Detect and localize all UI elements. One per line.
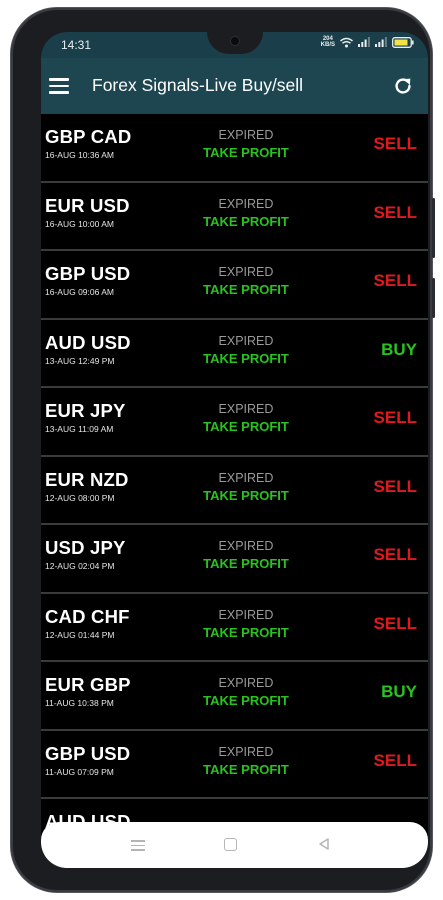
recents-icon[interactable] <box>131 840 145 854</box>
screen: 14:31 204 KB/S Forex Signals-Live Buy/se… <box>41 32 428 868</box>
signal-result: TAKE PROFIT <box>203 419 289 434</box>
signal-result: TAKE PROFIT <box>203 624 289 640</box>
app-bar: Forex Signals-Live Buy/sell <box>41 58 428 114</box>
currency-pair: EUR GBP <box>45 674 131 695</box>
signal-date: 11-AUG 07:09 PM <box>45 766 114 777</box>
signal-action: SELL <box>373 202 417 222</box>
currency-pair: GBP CAD <box>45 126 132 147</box>
signal-date: 16-AUG 09:06 AM <box>45 287 114 297</box>
signal-action: BUY <box>381 682 417 701</box>
back-icon[interactable] <box>318 837 330 851</box>
signal-icon <box>358 37 370 47</box>
currency-pair: GBP USD <box>45 742 131 764</box>
signal-row[interactable]: GBP USD 11-AUG 07:09 PM EXPIRED TAKE PROFIT… <box>41 730 428 799</box>
signal-row[interactable]: EUR USD 16-AUG 10:00 AM EXPIRED TAKE PROFIT… <box>41 182 428 251</box>
signal-action: SELL <box>373 750 417 770</box>
signal-date: 16-AUG 10:00 AM <box>45 218 114 229</box>
currency-pair: GBP USD <box>45 263 131 284</box>
refresh-icon[interactable] <box>392 75 414 97</box>
signal-status: EXPIRED <box>218 265 274 279</box>
signal-list[interactable]: GBP CAD 16-AUG 10:36 AM EXPIRED TAKE PROFIT… <box>41 114 428 868</box>
signal-action: BUY <box>381 339 417 359</box>
signal-date: 13-AUG 12:49 PM <box>45 355 115 366</box>
signal-result: TAKE PROFIT <box>203 213 289 229</box>
signal-date: 13-AUG 11:09 AM <box>45 424 114 434</box>
signal-status: EXPIRED <box>218 333 274 348</box>
signal-status: EXPIRED <box>218 607 274 622</box>
currency-pair: CAD CHF <box>45 605 130 627</box>
signal-row[interactable]: GBP USD 16-AUG 09:06 AM EXPIRED TAKE PROFIT… <box>41 251 428 320</box>
status-icons: 204 KB/S <box>321 36 414 48</box>
signal-result: TAKE PROFIT <box>203 761 289 777</box>
phone-frame: 14:31 204 KB/S Forex Signals-Live Buy/se… <box>11 8 435 892</box>
home-icon[interactable] <box>224 838 237 851</box>
signal-status: EXPIRED <box>218 676 274 690</box>
network-speed: 204 KB/S <box>321 36 335 48</box>
camera-icon <box>230 37 239 45</box>
signal-result: TAKE PROFIT <box>203 145 289 160</box>
signal-result: TAKE PROFIT <box>203 556 289 571</box>
currency-pair: EUR JPY <box>45 400 126 421</box>
signal-row[interactable]: EUR NZD 12-AUG 08:00 PM EXPIRED TAKE PROFIT… <box>41 456 428 525</box>
signal-date: 12-AUG 01:44 PM <box>45 629 115 640</box>
signal-status: EXPIRED <box>218 539 274 553</box>
signal-date: 11-AUG 10:38 PM <box>45 698 114 708</box>
app-title: Forex Signals-Live Buy/sell <box>92 75 304 95</box>
signal-status: EXPIRED <box>218 128 274 142</box>
signal-row[interactable]: EUR GBP 11-AUG 10:38 PM EXPIRED TAKE PROFIT… <box>41 662 428 731</box>
signal-date: 12-AUG 02:04 PM <box>45 561 115 571</box>
signal-result: TAKE PROFIT <box>203 282 289 297</box>
signal-result: TAKE PROFIT <box>203 487 289 503</box>
currency-pair: USD JPY <box>45 537 126 558</box>
signal-row[interactable]: EUR JPY 13-AUG 11:09 AM EXPIRED TAKE PROFIT… <box>41 388 428 457</box>
hamburger-menu-icon[interactable] <box>49 78 69 94</box>
signal-action: SELL <box>373 545 417 564</box>
signal-result: TAKE PROFIT <box>203 350 289 366</box>
signal-status: EXPIRED <box>218 744 274 759</box>
network-speed-unit: KB/S <box>320 42 335 48</box>
signal-result: TAKE PROFIT <box>203 693 289 708</box>
signal-row[interactable]: USD JPY 12-AUG 02:04 PM EXPIRED TAKE PROFIT… <box>41 525 428 594</box>
signal-status: EXPIRED <box>218 470 274 485</box>
signal-action: SELL <box>373 408 417 427</box>
signal-action: SELL <box>373 271 417 290</box>
wifi-icon <box>340 37 353 47</box>
signal-date: 12-AUG 08:00 PM <box>45 492 115 503</box>
signal-row[interactable]: GBP CAD 16-AUG 10:36 AM EXPIRED TAKE PROFIT… <box>41 114 428 183</box>
currency-pair: AUD USD <box>45 331 131 353</box>
signal-action: SELL <box>373 613 417 633</box>
battery-icon <box>392 36 414 48</box>
currency-pair: EUR USD <box>45 194 130 216</box>
signal-action: SELL <box>373 476 417 496</box>
signal-row[interactable]: CAD CHF 12-AUG 01:44 PM EXPIRED TAKE PROFIT… <box>41 593 428 662</box>
volume-button <box>432 198 435 258</box>
signal-status: EXPIRED <box>218 196 274 211</box>
signal-status: EXPIRED <box>218 402 274 416</box>
system-nav-bar <box>41 822 428 868</box>
signal-icon-2 <box>375 37 387 47</box>
power-button <box>432 278 435 318</box>
currency-pair: EUR NZD <box>45 468 129 490</box>
signal-date: 16-AUG 10:36 AM <box>45 150 114 160</box>
signal-row[interactable]: AUD USD 13-AUG 12:49 PM EXPIRED TAKE PROFIT… <box>41 319 428 388</box>
status-time: 14:31 <box>61 38 92 52</box>
signal-action: SELL <box>373 134 417 153</box>
